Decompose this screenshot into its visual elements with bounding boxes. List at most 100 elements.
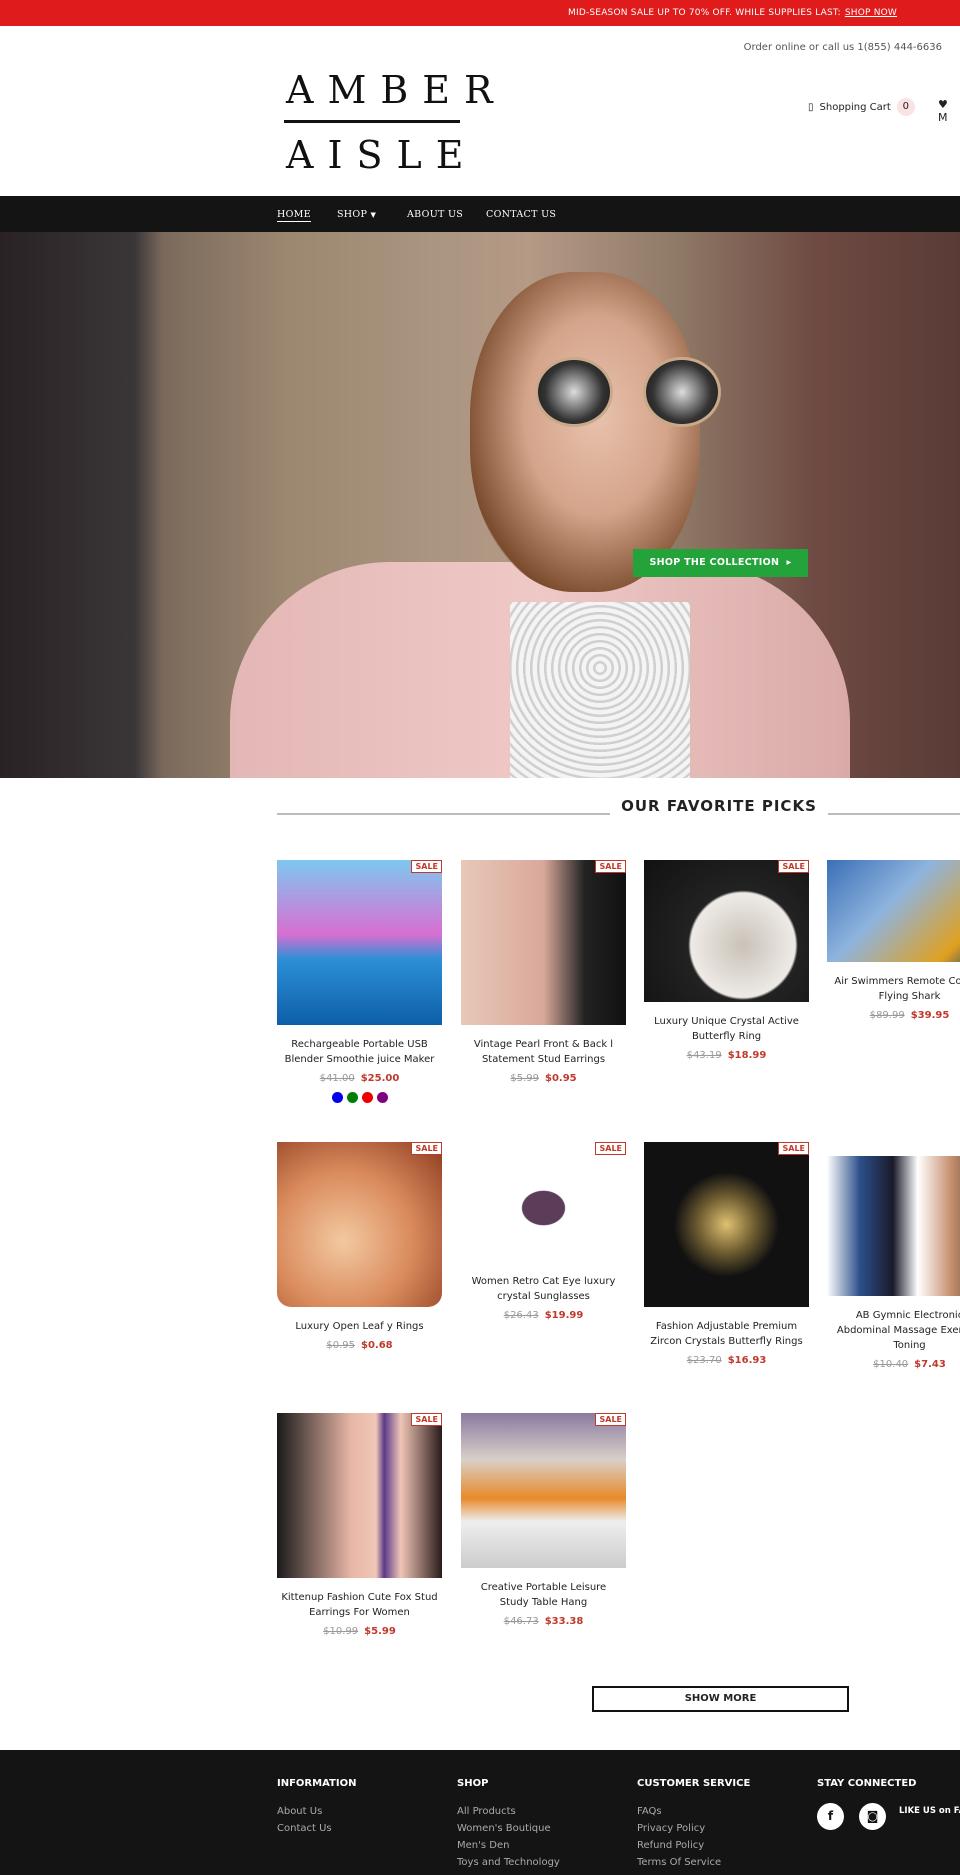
footer-link[interactable]: Women's Boutique (457, 1820, 560, 1837)
product-name[interactable]: Air Swimmers Remote Control Flying Shark (827, 974, 960, 1004)
nav-shop-label: SHOP (337, 209, 368, 220)
product-image[interactable]: SALE (461, 1142, 626, 1262)
sale-badge: SALE (595, 1142, 626, 1155)
product-image[interactable]: SALE (461, 1413, 626, 1568)
footer-heading: STAY CONNECTED (817, 1778, 917, 1789)
product-image[interactable]: SALE (277, 1413, 442, 1578)
footer-link[interactable]: Contact Us (277, 1820, 356, 1837)
sale-badge: SALE (778, 860, 809, 873)
cart-label: Shopping Cart (819, 101, 891, 113)
original-price: $26.43 (503, 1310, 539, 1321)
product-name[interactable]: AB Gymnic Electronic Abdominal Massage E… (827, 1308, 960, 1353)
sale-price: $0.95 (545, 1073, 577, 1084)
product-name[interactable]: Fashion Adjustable Premium Zircon Crysta… (644, 1319, 809, 1349)
product-card[interactable]: SALE Fashion Adjustable Premium Zircon Cr… (644, 1142, 809, 1366)
announcement-text: MID-SEASON SALE UP TO 70% OFF. WHILE SUP… (568, 8, 841, 18)
footer-heading: CUSTOMER SERVICE (637, 1778, 751, 1789)
facebook-icon[interactable]: f (817, 1803, 844, 1830)
shop-now-link[interactable]: SHOP NOW (845, 8, 897, 18)
product-card[interactable]: SALE Creative Portable Leisure Study Tabl… (461, 1413, 626, 1627)
product-image[interactable] (827, 860, 960, 962)
heart-icon: ♥ (938, 98, 948, 111)
sale-price: $5.99 (364, 1626, 396, 1637)
product-name[interactable]: Vintage Pearl Front & Back l Statement S… (461, 1037, 626, 1067)
shop-collection-button[interactable]: SHOP THE COLLECTION ▸ (633, 549, 808, 577)
footer-link[interactable]: All Products (457, 1803, 560, 1820)
product-image[interactable] (827, 1156, 960, 1296)
hero-banner (0, 232, 960, 778)
product-card[interactable]: SALE Luxury Unique Crystal Active Butterf… (644, 860, 809, 1061)
product-image[interactable]: SALE (461, 860, 626, 1025)
logo-line1: AMBER (286, 68, 507, 112)
sale-badge: SALE (411, 1142, 442, 1155)
announcement-bar: MID-SEASON SALE UP TO 70% OFF. WHILE SUP… (0, 0, 960, 26)
sale-price: $7.43 (914, 1359, 946, 1370)
logo[interactable]: AMBER AISLE (280, 68, 507, 177)
product-name[interactable]: Kittenup Fashion Cute Fox Stud Earrings … (277, 1590, 442, 1620)
wishlist-button[interactable]: ♥ M (938, 98, 960, 124)
product-name[interactable]: Luxury Unique Crystal Active Butterfly R… (644, 1014, 809, 1044)
logo-line2: AISLE (286, 133, 478, 177)
footer-link[interactable]: About Us (277, 1803, 356, 1820)
shopping-cart-button[interactable]: ▯ Shopping Cart 0 (808, 98, 915, 116)
nav-about[interactable]: ABOUT US (407, 209, 463, 220)
product-price: $0.95 $0.68 (277, 1340, 442, 1351)
product-card[interactable]: SALE Vintage Pearl Front & Back l Stateme… (461, 860, 626, 1084)
product-card[interactable]: SALE Women Retro Cat Eye luxury crystal S… (461, 1142, 626, 1321)
logo-divider (284, 120, 460, 123)
footer-link[interactable]: Men's Den (457, 1837, 560, 1854)
footer-link[interactable]: Terms Of Service (637, 1854, 750, 1871)
color-swatch[interactable] (361, 1092, 373, 1103)
color-swatches (277, 1084, 442, 1107)
footer-link[interactable]: Refund Policy (637, 1837, 750, 1854)
footer-heading: INFORMATION (277, 1778, 357, 1789)
footer-heading: SHOP (457, 1778, 489, 1789)
product-name[interactable]: Creative Portable Leisure Study Table Ha… (461, 1580, 626, 1610)
product-image[interactable]: SALE (277, 860, 442, 1025)
order-info: Order online or call us 1(855) 444-6636 (743, 42, 942, 53)
nav-home[interactable]: HOME (277, 209, 311, 222)
original-price: $0.95 (326, 1340, 355, 1351)
sale-badge: SALE (411, 1413, 442, 1426)
product-image[interactable]: SALE (644, 1142, 809, 1307)
divider (277, 813, 610, 815)
footer-link[interactable]: Privacy Policy (637, 1820, 750, 1837)
product-card[interactable]: SALE Luxury Open Leaf y Rings $0.95 $0.68 (277, 1142, 442, 1351)
wishlist-label: M (938, 111, 948, 124)
cart-count: 0 (896, 98, 915, 116)
original-price: $5.99 (510, 1073, 539, 1084)
sale-price: $25.00 (360, 1073, 400, 1084)
sale-price: $33.38 (544, 1616, 584, 1627)
product-price: $10.40 $7.43 (827, 1359, 960, 1370)
color-swatch[interactable] (376, 1092, 388, 1103)
product-image[interactable]: SALE (277, 1142, 442, 1307)
product-card[interactable]: Air Swimmers Remote Control Flying Shark… (827, 860, 960, 1021)
footer-service: CUSTOMER SERVICE FAQs Privacy Policy Ref… (637, 1778, 750, 1871)
original-price: $41.00 (319, 1073, 355, 1084)
section-title: OUR FAVORITE PICKS (621, 797, 817, 815)
original-price: $46.73 (503, 1616, 539, 1627)
color-swatch[interactable] (346, 1092, 358, 1103)
footer-link[interactable]: Toys and Technology (457, 1854, 560, 1871)
instagram-icon[interactable]: ◙ (859, 1803, 887, 1830)
caret-right-icon: ▸ (786, 557, 792, 568)
product-card[interactable]: AB Gymnic Electronic Abdominal Massage E… (827, 1142, 960, 1370)
nav-contact[interactable]: CONTACT US (486, 209, 556, 220)
footer-link[interactable]: FAQs (637, 1803, 750, 1820)
show-more-button[interactable]: SHOW MORE (592, 1686, 849, 1712)
color-swatch[interactable] (331, 1092, 343, 1103)
sale-price: $39.95 (910, 1010, 950, 1021)
product-price: $10.99 $5.99 (277, 1626, 442, 1637)
sale-badge: SALE (411, 860, 442, 873)
product-name[interactable]: Rechargeable Portable USB Blender Smooth… (277, 1037, 442, 1067)
product-image[interactable]: SALE (644, 860, 809, 1002)
product-price: $41.00 $25.00 (277, 1073, 442, 1084)
product-card[interactable]: SALE Kittenup Fashion Cute Fox Stud Earri… (277, 1413, 442, 1637)
product-name[interactable]: Luxury Open Leaf y Rings (277, 1319, 442, 1334)
product-name[interactable]: Women Retro Cat Eye luxury crystal Sungl… (461, 1274, 626, 1304)
sale-price: $19.99 (544, 1310, 584, 1321)
product-card[interactable]: SALE Rechargeable Portable USB Blender Sm… (277, 860, 442, 1107)
nav-shop[interactable]: SHOP ▼ (337, 209, 376, 220)
divider (828, 813, 960, 815)
sale-badge: SALE (595, 1413, 626, 1426)
